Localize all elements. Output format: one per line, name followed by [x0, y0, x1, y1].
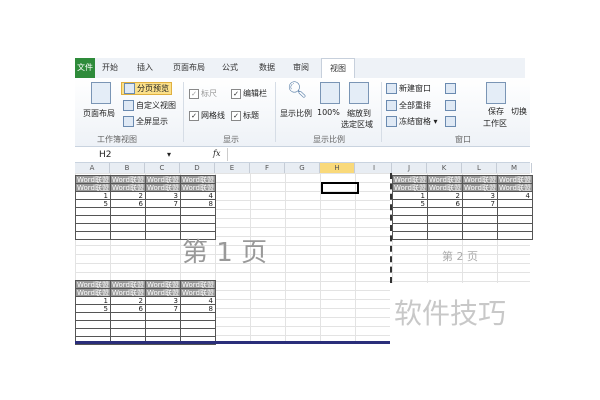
formula-bar-checkbox[interactable]: ✓ 编辑栏: [231, 88, 267, 99]
watermark: 软件技巧: [394, 297, 507, 330]
full-screen-icon: [123, 116, 134, 127]
page-layout-icon: [91, 82, 111, 104]
tab-review[interactable]: 审阅: [293, 58, 309, 78]
name-box-dropdown-icon[interactable]: ▾: [167, 150, 171, 159]
column-headers: ABCDEFGHIJKLM: [75, 163, 532, 173]
column-header-G[interactable]: G: [285, 163, 320, 173]
zoom-to-selection-line1[interactable]: 缩放到: [347, 108, 371, 119]
arrange-all-label: 全部重排: [399, 101, 431, 110]
table-cell[interactable]: [110, 231, 146, 240]
column-header-I[interactable]: I: [357, 163, 392, 173]
group-show: 显示: [223, 135, 239, 144]
check-icon: ✓: [189, 88, 199, 99]
full-screen-label: 全屏显示: [136, 117, 168, 126]
divider: [275, 82, 276, 142]
check-icon: ✓: [189, 110, 199, 121]
page-layout-button[interactable]: 页面布局: [83, 108, 115, 119]
split-icon[interactable]: [445, 83, 458, 94]
column-header-L[interactable]: L: [462, 163, 497, 173]
table-cell[interactable]: [75, 231, 111, 240]
freeze-panes-button[interactable]: 冻结窗格 ▾: [386, 116, 438, 127]
zoom-to-selection-icon: [349, 82, 369, 104]
arrange-all-button[interactable]: 全部重排: [386, 100, 431, 111]
page-break-preview-label: 分页预览: [137, 84, 169, 93]
group-workbook-views: 工作簿视图: [97, 135, 137, 144]
table-cell[interactable]: [462, 231, 498, 240]
headings-checkbox[interactable]: ✓ 标题: [231, 110, 259, 121]
page-break-line: [390, 173, 392, 283]
freeze-panes-label: 冻结窗格: [399, 117, 431, 126]
gridlines-label: 网格线: [201, 111, 225, 120]
ribbon-tabs: 文件 开始 插入 页面布局 公式 数据 审阅 视图: [75, 58, 525, 79]
tab-page-layout[interactable]: 页面布局: [173, 58, 205, 78]
arrange-all-icon: [386, 100, 397, 111]
column-header-K[interactable]: K: [427, 163, 462, 173]
check-icon: ✓: [231, 88, 241, 99]
custom-views-icon: [123, 100, 134, 111]
zoom-100-button[interactable]: 100%: [317, 108, 340, 117]
zoom-100-icon: [320, 82, 340, 104]
headings-label: 标题: [243, 111, 259, 120]
page-2-label: 第 2 页: [442, 250, 478, 263]
tab-home[interactable]: 开始: [102, 58, 118, 78]
hide-icon[interactable]: [445, 100, 458, 111]
column-header-J[interactable]: J: [392, 163, 427, 173]
divider: [381, 82, 382, 142]
full-screen-button[interactable]: 全屏显示: [123, 116, 168, 127]
save-workspace-line2[interactable]: 工作区: [483, 118, 507, 129]
custom-views-button[interactable]: 自定义视图: [123, 100, 176, 111]
switch-windows-button[interactable]: 切换: [511, 106, 527, 117]
selected-cell-H2[interactable]: [321, 182, 359, 194]
gridlines-checkbox[interactable]: ✓ 网格线: [189, 110, 225, 121]
tab-data[interactable]: 数据: [259, 58, 275, 78]
save-workspace-line1[interactable]: 保存: [488, 106, 504, 117]
name-box[interactable]: H2: [99, 150, 112, 160]
column-header-F[interactable]: F: [250, 163, 285, 173]
table-cell[interactable]: [392, 231, 428, 240]
custom-views-label: 自定义视图: [136, 101, 176, 110]
save-workspace-icon: [486, 82, 506, 104]
page-1-label: 第 1 页: [182, 238, 268, 268]
column-header-H[interactable]: H: [320, 163, 355, 173]
ruler-label: 标尺: [201, 89, 217, 98]
page-boundary: [75, 341, 390, 344]
ribbon: 页面布局 分页预览 自定义视图 全屏显示 工作簿视图 ✓ 标尺 ✓ 编辑栏 ✓ 网格线…: [75, 78, 530, 147]
group-zoom: 显示比例: [313, 135, 345, 144]
page-break-preview-button[interactable]: 分页预览: [121, 82, 172, 95]
column-header-D[interactable]: D: [180, 163, 215, 173]
new-window-icon: [386, 83, 397, 94]
freeze-panes-icon: [386, 116, 397, 127]
table-cell[interactable]: [145, 231, 181, 240]
column-header-C[interactable]: C: [145, 163, 180, 173]
formula-bar-label: 编辑栏: [243, 89, 267, 98]
tab-file[interactable]: 文件: [75, 58, 95, 78]
tab-formulas[interactable]: 公式: [222, 58, 238, 78]
new-window-button[interactable]: 新建窗口: [386, 83, 431, 94]
formula-bar: H2 ▾ fx: [75, 148, 530, 163]
divider: [183, 82, 184, 142]
unhide-icon[interactable]: [445, 116, 458, 127]
fx-icon[interactable]: fx: [213, 149, 220, 158]
zoom-button[interactable]: 显示比例: [280, 108, 312, 119]
column-header-E[interactable]: E: [215, 163, 250, 173]
tab-insert[interactable]: 插入: [137, 58, 153, 78]
formula-input[interactable]: [227, 148, 528, 161]
page-break-icon: [124, 83, 135, 94]
column-header-A[interactable]: A: [75, 163, 110, 173]
table-cell[interactable]: [427, 231, 463, 240]
zoom-magnifier-icon: 🔍︎: [287, 80, 308, 99]
table-cell[interactable]: [497, 231, 533, 240]
group-window: 窗口: [455, 135, 471, 144]
ruler-checkbox[interactable]: ✓ 标尺: [189, 88, 217, 99]
tab-view[interactable]: 视图: [321, 58, 355, 79]
zoom-to-selection-line2[interactable]: 选定区域: [341, 119, 373, 130]
new-window-label: 新建窗口: [399, 84, 431, 93]
column-header-M[interactable]: M: [497, 163, 532, 173]
column-header-B[interactable]: B: [110, 163, 145, 173]
check-icon: ✓: [231, 110, 241, 121]
